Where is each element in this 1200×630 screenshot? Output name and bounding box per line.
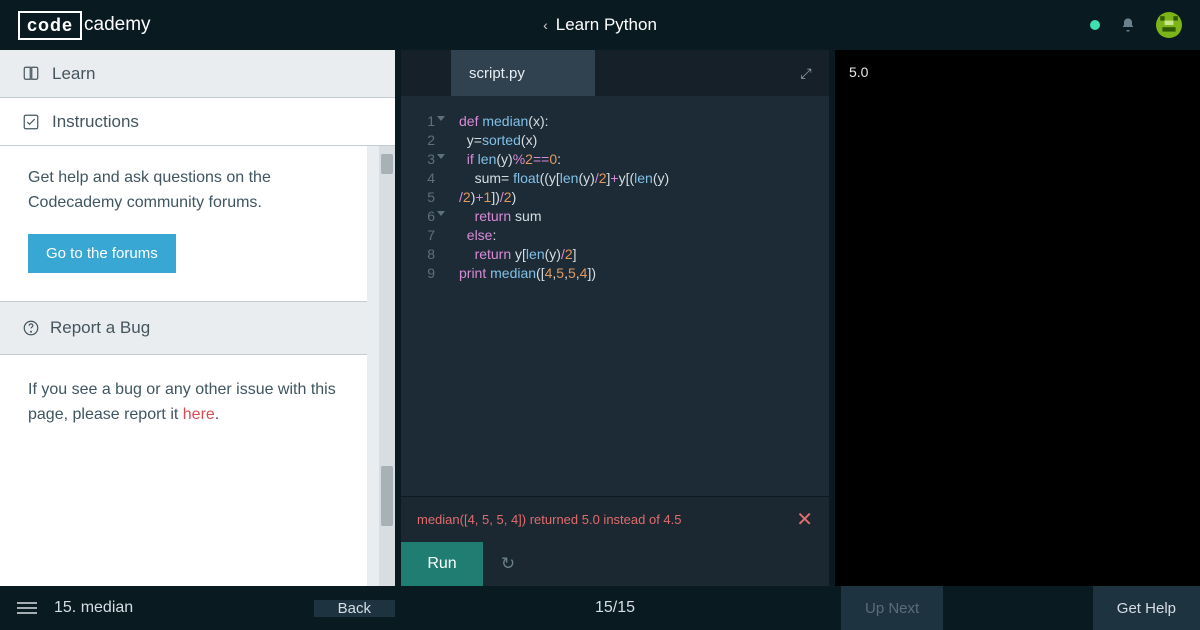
- status-dot-icon[interactable]: [1090, 20, 1100, 30]
- editor-footer: Run ↻: [401, 542, 829, 586]
- side-scrollbar[interactable]: [379, 146, 395, 586]
- run-button[interactable]: Run: [401, 542, 483, 586]
- editor-tab-label: script.py: [469, 65, 525, 82]
- tab-instructions[interactable]: Instructions: [0, 98, 395, 146]
- bug-card: If you see a bug or any other issue with…: [0, 355, 367, 586]
- breadcrumb[interactable]: 15. median: [54, 599, 133, 617]
- logo[interactable]: code cademy: [18, 11, 151, 40]
- progress-text: 15/15: [595, 599, 635, 617]
- side-panel: Learn Instructions Get help and ask ques…: [0, 50, 395, 586]
- avatar[interactable]: [1156, 12, 1182, 38]
- bell-icon[interactable]: [1120, 17, 1136, 33]
- bug-dot: .: [215, 406, 219, 423]
- editor-tab-spacer: [401, 50, 451, 96]
- tab-learn[interactable]: Learn: [0, 50, 395, 98]
- topbar: code cademy ‹ Learn Python: [0, 0, 1200, 50]
- chevron-left-icon: ‹: [543, 17, 548, 33]
- course-title-link[interactable]: ‹ Learn Python: [543, 15, 657, 35]
- book-icon: [22, 65, 40, 83]
- close-icon[interactable]: ✕: [796, 507, 813, 532]
- expand-icon[interactable]: ⤢: [783, 50, 829, 96]
- go-to-forums-button[interactable]: Go to the forums: [28, 234, 176, 273]
- editor-error-bar: median([4, 5, 5, 4]) returned 5.0 instea…: [401, 496, 829, 542]
- menu-icon[interactable]: [0, 601, 54, 615]
- topbar-right: [1090, 12, 1182, 38]
- bug-here-link[interactable]: here: [183, 406, 215, 423]
- scrollbar-thumb[interactable]: [381, 466, 393, 526]
- question-circle-icon: [22, 319, 40, 337]
- tab-learn-label: Learn: [52, 64, 95, 84]
- editor-pane: script.py ⤢ 123456789 def median(x): y=s…: [395, 50, 835, 586]
- course-title-text: Learn Python: [556, 15, 657, 35]
- checkbox-icon: [22, 113, 40, 131]
- tab-instructions-label: Instructions: [52, 112, 139, 132]
- help-card: Get help and ask questions on the Codeca…: [0, 146, 367, 301]
- reload-icon[interactable]: ↻: [483, 542, 533, 586]
- editor-gutter: 123456789: [401, 112, 445, 496]
- code-editor[interactable]: 123456789 def median(x): y=sorted(x) if …: [401, 96, 829, 496]
- logo-text: cademy: [84, 14, 151, 36]
- report-bug-header[interactable]: Report a Bug: [0, 301, 367, 355]
- gethelp-button[interactable]: Get Help: [1093, 586, 1200, 630]
- editor-tabbar: script.py ⤢: [401, 50, 829, 96]
- editor-code[interactable]: def median(x): y=sorted(x) if len(y)%2==…: [445, 112, 829, 496]
- output-text: 5.0: [849, 64, 1186, 80]
- editor-tab-scriptpy[interactable]: script.py: [451, 50, 595, 96]
- main-area: Learn Instructions Get help and ask ques…: [0, 50, 1200, 586]
- logo-box: code: [18, 11, 82, 40]
- side-panel-content: Get help and ask questions on the Codeca…: [0, 146, 379, 586]
- editor-error-text: median([4, 5, 5, 4]) returned 5.0 instea…: [417, 512, 682, 527]
- help-text: Get help and ask questions on the Codeca…: [28, 166, 339, 216]
- bottombar: 15. median Back 15/15 Up Next Get Help: [0, 586, 1200, 630]
- app-root: code cademy ‹ Learn Python Learn: [0, 0, 1200, 630]
- back-button[interactable]: Back: [314, 600, 395, 617]
- scrollbar-thumb-top[interactable]: [381, 154, 393, 174]
- upnext-button[interactable]: Up Next: [841, 586, 943, 630]
- report-bug-label: Report a Bug: [50, 318, 150, 338]
- output-terminal[interactable]: 5.0: [835, 50, 1200, 586]
